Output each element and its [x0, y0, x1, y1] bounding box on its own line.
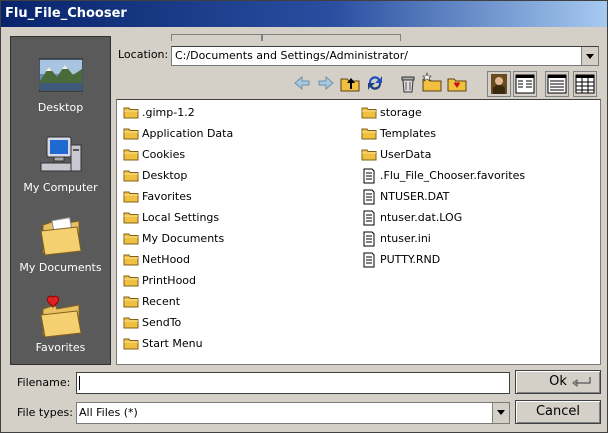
item-name: .Flu_File_Chooser.favorites — [380, 169, 526, 182]
filetypes-select[interactable]: All Files (*) — [76, 402, 510, 424]
up-folder-icon — [340, 78, 360, 92]
file-icon — [363, 189, 375, 205]
add-favorite-button[interactable] — [446, 71, 468, 95]
folder-icon — [123, 254, 139, 266]
item-name: Cookies — [142, 148, 186, 161]
item-name: NTUSER.DAT — [380, 190, 450, 203]
wide-list-view-button[interactable] — [545, 71, 569, 97]
location-path: C:/Documents and Settings/Administrator/ — [175, 49, 409, 62]
item-name: NetHood — [142, 253, 191, 266]
filetypes-value: All Files (*) — [79, 406, 138, 419]
location-combobox[interactable]: C:/Documents and Settings/Administrator/ — [171, 46, 599, 66]
folder-icon — [123, 149, 139, 161]
list-view-icon — [515, 74, 535, 94]
item-name: Start Menu — [142, 337, 203, 350]
item-name: Application Data — [142, 127, 234, 140]
sidebar-item-label: My Computer — [23, 181, 98, 194]
add-favorite-icon — [447, 78, 467, 92]
file-icon — [363, 210, 375, 226]
forward-arrow-icon — [318, 75, 334, 91]
path-segment-bar — [171, 34, 401, 42]
details-view-button[interactable] — [573, 71, 597, 97]
text-cursor — [79, 376, 80, 390]
item-name: Recent — [142, 295, 181, 308]
cancel-button-label: Cancel — [535, 404, 581, 419]
location-label: Location: — [118, 48, 169, 61]
computer-icon — [40, 136, 82, 172]
folder-icon — [361, 149, 377, 161]
filetypes-label: File types: — [17, 406, 73, 419]
folder-icon — [123, 233, 139, 245]
file-chooser-window: Flu_File_Chooser Desktop My Computer My … — [0, 0, 608, 433]
item-name: ntuser.dat.LOG — [380, 211, 463, 224]
item-name: .gimp-1.2 — [142, 106, 195, 119]
filename-label: Filename: — [17, 376, 71, 389]
preview-button[interactable] — [487, 71, 511, 97]
location-dropdown-button[interactable] — [581, 47, 598, 65]
item-name: Desktop — [142, 169, 188, 182]
ok-button-label: Ok — [549, 374, 567, 389]
new-folder-icon — [422, 72, 442, 92]
item-name: SendTo — [142, 316, 182, 329]
sidebar-item-my-documents[interactable]: My Documents — [11, 205, 110, 281]
folder-icon — [123, 275, 139, 287]
folder-icon — [123, 170, 139, 182]
details-view-icon — [575, 74, 595, 94]
sidebar-item-my-computer[interactable]: My Computer — [11, 125, 110, 201]
back-arrow-icon — [294, 75, 310, 91]
folder-icon — [361, 107, 377, 119]
path-segment[interactable] — [261, 34, 401, 41]
filetypes-dropdown-button[interactable] — [492, 403, 509, 423]
item-name: Templates — [380, 127, 436, 140]
file-icon — [363, 168, 375, 184]
up-folder-button[interactable] — [339, 71, 361, 95]
path-segment[interactable] — [171, 34, 263, 41]
places-sidebar: Desktop My Computer My Documents Favorit… — [10, 36, 111, 365]
sidebar-item-desktop[interactable]: Desktop — [11, 45, 110, 121]
folder-icon — [123, 191, 139, 203]
item-name: ntuser.ini — [380, 232, 431, 245]
file-icon — [363, 231, 375, 247]
title-bar[interactable]: Flu_File_Chooser — [1, 1, 607, 27]
new-folder-button[interactable] — [421, 71, 443, 95]
refresh-button[interactable] — [364, 71, 386, 95]
sidebar-item-label: My Documents — [19, 261, 102, 274]
sidebar-item-label: Favorites — [35, 341, 86, 354]
item-name: PUTTY.RND — [380, 253, 441, 266]
trash-icon — [401, 76, 415, 93]
folder-icon — [123, 317, 139, 329]
item-name: My Documents — [142, 232, 225, 245]
item-name: PrintHood — [142, 274, 197, 287]
preview-icon — [491, 74, 507, 94]
delete-button[interactable] — [397, 71, 419, 95]
folder-icon — [123, 338, 139, 350]
list-view-button[interactable] — [513, 71, 537, 97]
cancel-button[interactable]: Cancel — [515, 400, 601, 424]
folder-icon — [361, 128, 377, 140]
favorites-folder-icon — [40, 295, 82, 337]
documents-folder-icon — [40, 216, 82, 256]
item-name: Favorites — [142, 190, 192, 203]
filename-input[interactable] — [76, 372, 510, 394]
forward-button[interactable] — [315, 71, 337, 95]
desktop-icon — [39, 58, 83, 92]
wide-list-view-icon — [547, 74, 567, 94]
item-name: Local Settings — [142, 211, 220, 224]
ok-button[interactable]: Ok — [515, 370, 601, 394]
item-name: storage — [380, 106, 422, 119]
sidebar-item-favorites[interactable]: Favorites — [11, 285, 110, 361]
refresh-icon — [368, 76, 382, 90]
folder-icon — [123, 296, 139, 308]
folder-icon — [123, 107, 139, 119]
sidebar-item-label: Desktop — [37, 101, 84, 114]
back-button[interactable] — [291, 71, 313, 95]
file-icon — [363, 252, 375, 268]
enter-key-icon — [572, 377, 591, 387]
folder-icon — [123, 128, 139, 140]
item-name: UserData — [380, 148, 432, 161]
window-title: Flu_File_Chooser — [5, 6, 127, 21]
file-list[interactable]: .gimp-1.2 Application Data Cookies Desktop F… — [116, 99, 601, 365]
folder-icon — [123, 212, 139, 224]
